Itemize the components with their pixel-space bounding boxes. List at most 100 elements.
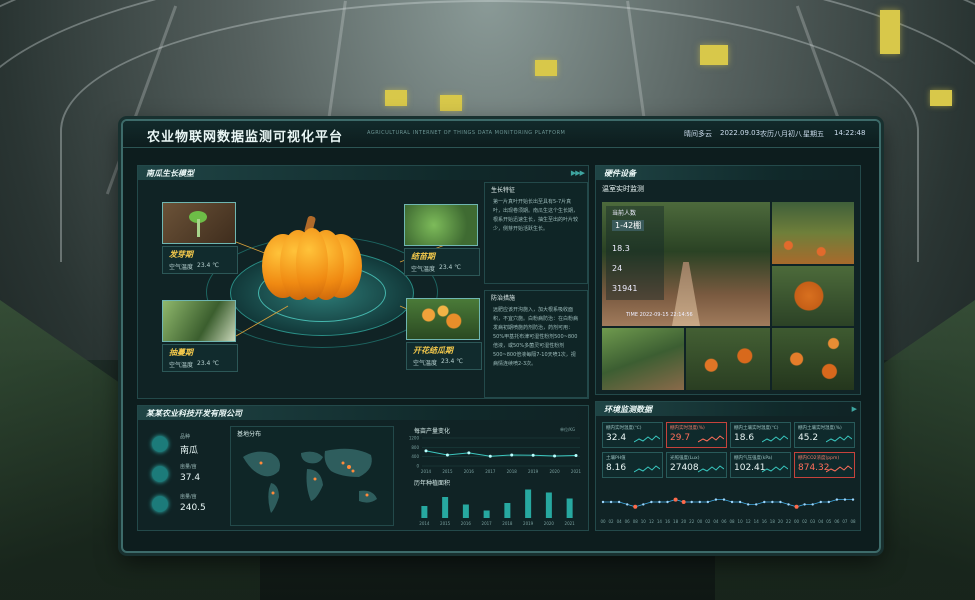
area-bar-chart: 历年种植面积 2014 2015 2016 2017 2018 2019 2020 2021 — [400, 478, 586, 528]
env-card-value: 874.32 — [798, 463, 830, 473]
environment-panel: 环境监测数据 ▶ 棚内实时温度(℃) 32.4 棚内实时湿度(%) 29.7 棚内土壤实… — [595, 401, 861, 531]
x-tick-label: 14 — [657, 519, 663, 524]
env-card-label: 棚内实时湿度(%) — [670, 426, 705, 431]
env-card-label: 棚内土壤实时湿度(%) — [798, 426, 842, 431]
stage-photo-sprouting — [162, 202, 236, 244]
x-tick-label: 10 — [738, 519, 744, 524]
x-tick-label: 08 — [850, 519, 856, 524]
x-tick-label: 16 — [762, 519, 768, 524]
area-bar — [545, 492, 552, 518]
env-point — [658, 500, 661, 504]
x-tick-label: 03 — [810, 519, 816, 524]
yield-point — [574, 454, 578, 457]
hardware-title: 硬件设备 — [604, 169, 636, 178]
x-tick-label: 2018 — [502, 521, 513, 526]
yield-point — [510, 453, 514, 457]
x-tick-label: 06 — [834, 519, 840, 524]
env-card-label: 棚内土壤实时温度(℃) — [734, 426, 779, 431]
env-card-value: 27408 — [670, 463, 699, 473]
env-series-line — [603, 499, 853, 508]
env-point — [794, 504, 799, 509]
camera-thumb-3[interactable] — [602, 328, 684, 390]
stage-photo-vine — [162, 300, 236, 342]
env-card-value: 29.7 — [670, 433, 691, 443]
x-tick-label: 2020 — [549, 469, 560, 474]
env-card-sparkline — [762, 465, 788, 473]
prevention-measures-box: 防治措施 远肥应该开沟施入，加大根系吸收面积，不宜穴施。白粉病防治：在白粉病发病… — [484, 290, 588, 398]
x-tick-label: 20 — [681, 519, 687, 524]
env-line-chart: 00 02 04 06 08 10 12 14 16 18 20 22 00 02 04 06 08 10 12 14… — [600, 497, 856, 524]
env-card-label: 光照强度(Lux) — [670, 456, 700, 461]
sparkline-path — [826, 465, 852, 473]
top-bar: 农业物联网数据监测可视化平台 AGRICULTURAL INTERNET OF … — [123, 121, 879, 148]
sparkline-path — [762, 465, 788, 473]
x-tick-label: 00 — [697, 519, 703, 524]
env-card-value: 8.16 — [606, 463, 627, 473]
x-tick-label: 02 — [802, 519, 808, 524]
env-point — [843, 498, 847, 501]
camera-thumb-1[interactable] — [772, 202, 854, 264]
env-card-value: 45.2 — [798, 433, 819, 443]
env-card[interactable]: 土壤PH值 8.16 — [602, 452, 663, 478]
x-tick-label: 14 — [754, 519, 760, 524]
company-title: 某某农业科技开发有限公司 — [146, 409, 242, 418]
env-point — [771, 500, 774, 504]
x-tick-label: 2015 — [442, 469, 453, 474]
x-tick-label: 04 — [617, 519, 623, 524]
x-tick-label: 04 — [713, 519, 719, 524]
x-tick-label: 2021 — [571, 469, 582, 474]
x-tick-label: 12 — [649, 519, 655, 524]
stage-card-sprouting: 发芽期 空气温度 23.4 ℃ — [162, 246, 238, 274]
env-point — [706, 500, 710, 504]
env-point — [787, 503, 790, 506]
x-tick-label: 2017 — [485, 469, 496, 474]
env-point — [851, 498, 855, 501]
camera-thumb-5[interactable] — [772, 328, 854, 390]
env-card[interactable]: 光照强度(Lux) 27408 — [666, 452, 727, 478]
x-tick-label: 2016 — [461, 521, 472, 526]
env-card-sparkline — [826, 465, 852, 473]
page-subtitle: AGRICULTURAL INTERNET OF THINGS DATA MON… — [367, 130, 566, 136]
env-card[interactable]: 棚内气压强度(kPa) 102.41 — [730, 452, 791, 478]
camera-title: 温室实时监测 — [602, 185, 644, 193]
camera-feed-main[interactable]: 当前人数 1-42棚 18.3 24 31941 TIME 2022-09-15… — [602, 202, 770, 326]
env-point — [601, 500, 605, 504]
env-card-sparkline — [762, 435, 788, 443]
env-point — [827, 500, 831, 504]
x-tick-label: 2018 — [507, 469, 518, 474]
env-point — [714, 498, 718, 501]
camera-thumb-2[interactable] — [772, 266, 854, 326]
env-card-value: 102.41 — [734, 463, 766, 473]
env-card[interactable]: 棚内土壤实时湿度(%) 45.2 — [794, 422, 855, 448]
yield-point — [531, 453, 535, 457]
stage-photo-flowering — [406, 298, 480, 340]
env-card-sparkline — [698, 465, 724, 473]
greenhouse-badge: 1-42棚 — [612, 220, 645, 231]
yield-point — [424, 449, 428, 453]
camera-timestamp: TIME 2022-09-15 22:14:56 — [626, 312, 693, 318]
sparkline-path — [762, 435, 788, 443]
x-tick-label: 02 — [705, 519, 711, 524]
x-tick-label: 2020 — [544, 521, 555, 526]
env-card[interactable]: 棚内实时湿度(%) 29.7 — [666, 422, 727, 448]
env-card[interactable]: 棚内实时温度(℃) 32.4 — [602, 422, 663, 448]
weekday-text: 星期五 — [803, 130, 824, 138]
camera-thumb-4[interactable] — [686, 328, 770, 390]
x-tick-label: 22 — [786, 519, 792, 524]
x-tick-label: 2016 — [464, 469, 475, 474]
sparkline-path — [634, 465, 660, 473]
env-card[interactable]: 棚内CO2浓度(ppm) 874.32 — [794, 452, 855, 478]
x-tick-label: 00 — [794, 519, 800, 524]
env-point — [811, 503, 814, 506]
env-point — [835, 498, 839, 501]
yield-point — [488, 454, 492, 458]
env-point — [755, 503, 758, 506]
area-bar — [566, 498, 573, 518]
env-point — [819, 500, 822, 504]
env-card-label: 土壤PH值 — [606, 456, 626, 461]
x-tick-label: 08 — [633, 519, 639, 524]
env-point — [730, 500, 734, 504]
yield-icon — [152, 466, 168, 482]
variety-value: 南瓜 — [180, 446, 199, 456]
env-card[interactable]: 棚内土壤实时温度(℃) 18.6 — [730, 422, 791, 448]
